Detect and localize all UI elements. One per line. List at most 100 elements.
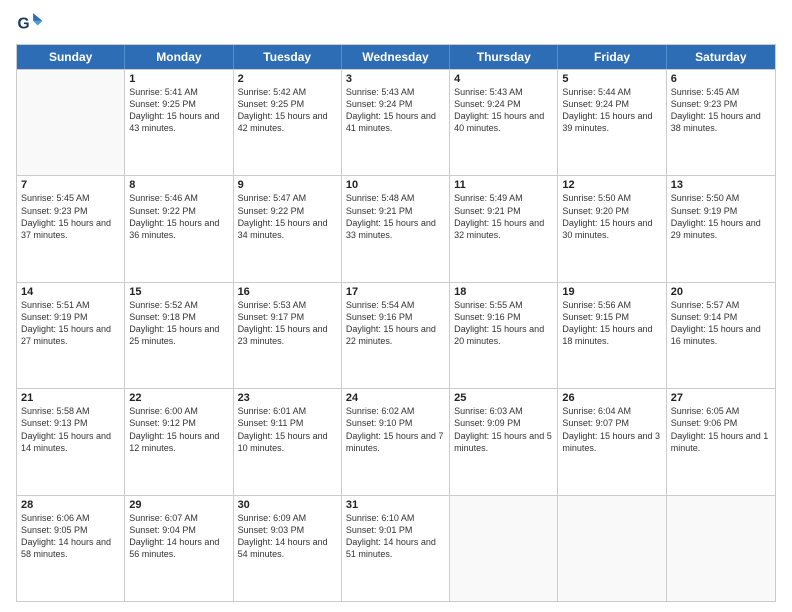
calendar-cell [558,496,666,601]
calendar-row: 7Sunrise: 5:45 AMSunset: 9:23 PMDaylight… [17,175,775,281]
day-info: Sunrise: 5:49 AMSunset: 9:21 PMDaylight:… [454,192,553,241]
day-info: Sunrise: 5:45 AMSunset: 9:23 PMDaylight:… [21,192,120,241]
calendar: SundayMondayTuesdayWednesdayThursdayFrid… [16,44,776,602]
calendar-cell: 29Sunrise: 6:07 AMSunset: 9:04 PMDayligh… [125,496,233,601]
day-number: 4 [454,73,553,85]
calendar-cell: 1Sunrise: 5:41 AMSunset: 9:25 PMDaylight… [125,70,233,175]
day-info: Sunrise: 5:53 AMSunset: 9:17 PMDaylight:… [238,299,337,348]
weekday-header: Tuesday [234,45,342,69]
calendar-cell: 28Sunrise: 6:06 AMSunset: 9:05 PMDayligh… [17,496,125,601]
day-number: 6 [671,73,771,85]
calendar-cell [17,70,125,175]
calendar-cell: 19Sunrise: 5:56 AMSunset: 9:15 PMDayligh… [558,283,666,388]
day-number: 29 [129,499,228,511]
weekday-header: Friday [558,45,666,69]
day-number: 16 [238,286,337,298]
day-number: 19 [562,286,661,298]
weekday-header: Wednesday [342,45,450,69]
day-info: Sunrise: 5:48 AMSunset: 9:21 PMDaylight:… [346,192,445,241]
calendar-cell: 31Sunrise: 6:10 AMSunset: 9:01 PMDayligh… [342,496,450,601]
calendar-row: 28Sunrise: 6:06 AMSunset: 9:05 PMDayligh… [17,495,775,601]
calendar-cell: 6Sunrise: 5:45 AMSunset: 9:23 PMDaylight… [667,70,775,175]
day-number: 30 [238,499,337,511]
day-info: Sunrise: 6:04 AMSunset: 9:07 PMDaylight:… [562,405,661,454]
calendar-cell: 13Sunrise: 5:50 AMSunset: 9:19 PMDayligh… [667,176,775,281]
calendar-cell: 4Sunrise: 5:43 AMSunset: 9:24 PMDaylight… [450,70,558,175]
day-info: Sunrise: 5:47 AMSunset: 9:22 PMDaylight:… [238,192,337,241]
day-info: Sunrise: 6:09 AMSunset: 9:03 PMDaylight:… [238,512,337,561]
calendar-cell: 7Sunrise: 5:45 AMSunset: 9:23 PMDaylight… [17,176,125,281]
day-number: 28 [21,499,120,511]
svg-text:G: G [18,16,30,33]
calendar-cell: 10Sunrise: 5:48 AMSunset: 9:21 PMDayligh… [342,176,450,281]
calendar-cell: 24Sunrise: 6:02 AMSunset: 9:10 PMDayligh… [342,389,450,494]
calendar-cell: 15Sunrise: 5:52 AMSunset: 9:18 PMDayligh… [125,283,233,388]
calendar-cell [450,496,558,601]
calendar-row: 21Sunrise: 5:58 AMSunset: 9:13 PMDayligh… [17,388,775,494]
calendar-cell: 26Sunrise: 6:04 AMSunset: 9:07 PMDayligh… [558,389,666,494]
day-info: Sunrise: 5:43 AMSunset: 9:24 PMDaylight:… [454,86,553,135]
day-info: Sunrise: 5:56 AMSunset: 9:15 PMDaylight:… [562,299,661,348]
calendar-cell: 22Sunrise: 6:00 AMSunset: 9:12 PMDayligh… [125,389,233,494]
day-number: 10 [346,179,445,191]
day-number: 7 [21,179,120,191]
day-number: 13 [671,179,771,191]
day-info: Sunrise: 5:44 AMSunset: 9:24 PMDaylight:… [562,86,661,135]
day-info: Sunrise: 6:06 AMSunset: 9:05 PMDaylight:… [21,512,120,561]
day-number: 25 [454,392,553,404]
calendar-cell: 27Sunrise: 6:05 AMSunset: 9:06 PMDayligh… [667,389,775,494]
calendar-cell: 9Sunrise: 5:47 AMSunset: 9:22 PMDaylight… [234,176,342,281]
day-info: Sunrise: 5:51 AMSunset: 9:19 PMDaylight:… [21,299,120,348]
calendar-cell: 25Sunrise: 6:03 AMSunset: 9:09 PMDayligh… [450,389,558,494]
day-info: Sunrise: 6:05 AMSunset: 9:06 PMDaylight:… [671,405,771,454]
weekday-header: Sunday [17,45,125,69]
calendar-cell: 21Sunrise: 5:58 AMSunset: 9:13 PMDayligh… [17,389,125,494]
day-number: 14 [21,286,120,298]
day-number: 22 [129,392,228,404]
day-number: 8 [129,179,228,191]
calendar-cell: 23Sunrise: 6:01 AMSunset: 9:11 PMDayligh… [234,389,342,494]
calendar-cell: 18Sunrise: 5:55 AMSunset: 9:16 PMDayligh… [450,283,558,388]
day-info: Sunrise: 5:43 AMSunset: 9:24 PMDaylight:… [346,86,445,135]
day-number: 18 [454,286,553,298]
calendar-cell: 16Sunrise: 5:53 AMSunset: 9:17 PMDayligh… [234,283,342,388]
calendar-row: 1Sunrise: 5:41 AMSunset: 9:25 PMDaylight… [17,69,775,175]
day-info: Sunrise: 6:07 AMSunset: 9:04 PMDaylight:… [129,512,228,561]
weekday-header: Thursday [450,45,558,69]
weekday-header: Saturday [667,45,775,69]
calendar-cell: 3Sunrise: 5:43 AMSunset: 9:24 PMDaylight… [342,70,450,175]
day-number: 15 [129,286,228,298]
calendar-header: SundayMondayTuesdayWednesdayThursdayFrid… [17,45,775,69]
day-info: Sunrise: 6:01 AMSunset: 9:11 PMDaylight:… [238,405,337,454]
day-info: Sunrise: 5:46 AMSunset: 9:22 PMDaylight:… [129,192,228,241]
day-number: 1 [129,73,228,85]
calendar-cell [667,496,775,601]
day-info: Sunrise: 5:42 AMSunset: 9:25 PMDaylight:… [238,86,337,135]
day-info: Sunrise: 6:02 AMSunset: 9:10 PMDaylight:… [346,405,445,454]
day-info: Sunrise: 6:03 AMSunset: 9:09 PMDaylight:… [454,405,553,454]
day-number: 11 [454,179,553,191]
calendar-cell: 20Sunrise: 5:57 AMSunset: 9:14 PMDayligh… [667,283,775,388]
day-number: 5 [562,73,661,85]
day-info: Sunrise: 5:50 AMSunset: 9:19 PMDaylight:… [671,192,771,241]
calendar-body: 1Sunrise: 5:41 AMSunset: 9:25 PMDaylight… [17,69,775,601]
day-info: Sunrise: 5:52 AMSunset: 9:18 PMDaylight:… [129,299,228,348]
logo-icon: G [16,10,44,38]
day-number: 20 [671,286,771,298]
day-info: Sunrise: 6:10 AMSunset: 9:01 PMDaylight:… [346,512,445,561]
weekday-header: Monday [125,45,233,69]
day-info: Sunrise: 5:57 AMSunset: 9:14 PMDaylight:… [671,299,771,348]
day-number: 26 [562,392,661,404]
day-number: 12 [562,179,661,191]
day-info: Sunrise: 5:41 AMSunset: 9:25 PMDaylight:… [129,86,228,135]
calendar-cell: 17Sunrise: 5:54 AMSunset: 9:16 PMDayligh… [342,283,450,388]
day-number: 21 [21,392,120,404]
calendar-cell: 30Sunrise: 6:09 AMSunset: 9:03 PMDayligh… [234,496,342,601]
day-number: 31 [346,499,445,511]
day-info: Sunrise: 5:45 AMSunset: 9:23 PMDaylight:… [671,86,771,135]
day-number: 3 [346,73,445,85]
calendar-cell: 14Sunrise: 5:51 AMSunset: 9:19 PMDayligh… [17,283,125,388]
day-number: 23 [238,392,337,404]
day-info: Sunrise: 5:55 AMSunset: 9:16 PMDaylight:… [454,299,553,348]
calendar-cell: 2Sunrise: 5:42 AMSunset: 9:25 PMDaylight… [234,70,342,175]
